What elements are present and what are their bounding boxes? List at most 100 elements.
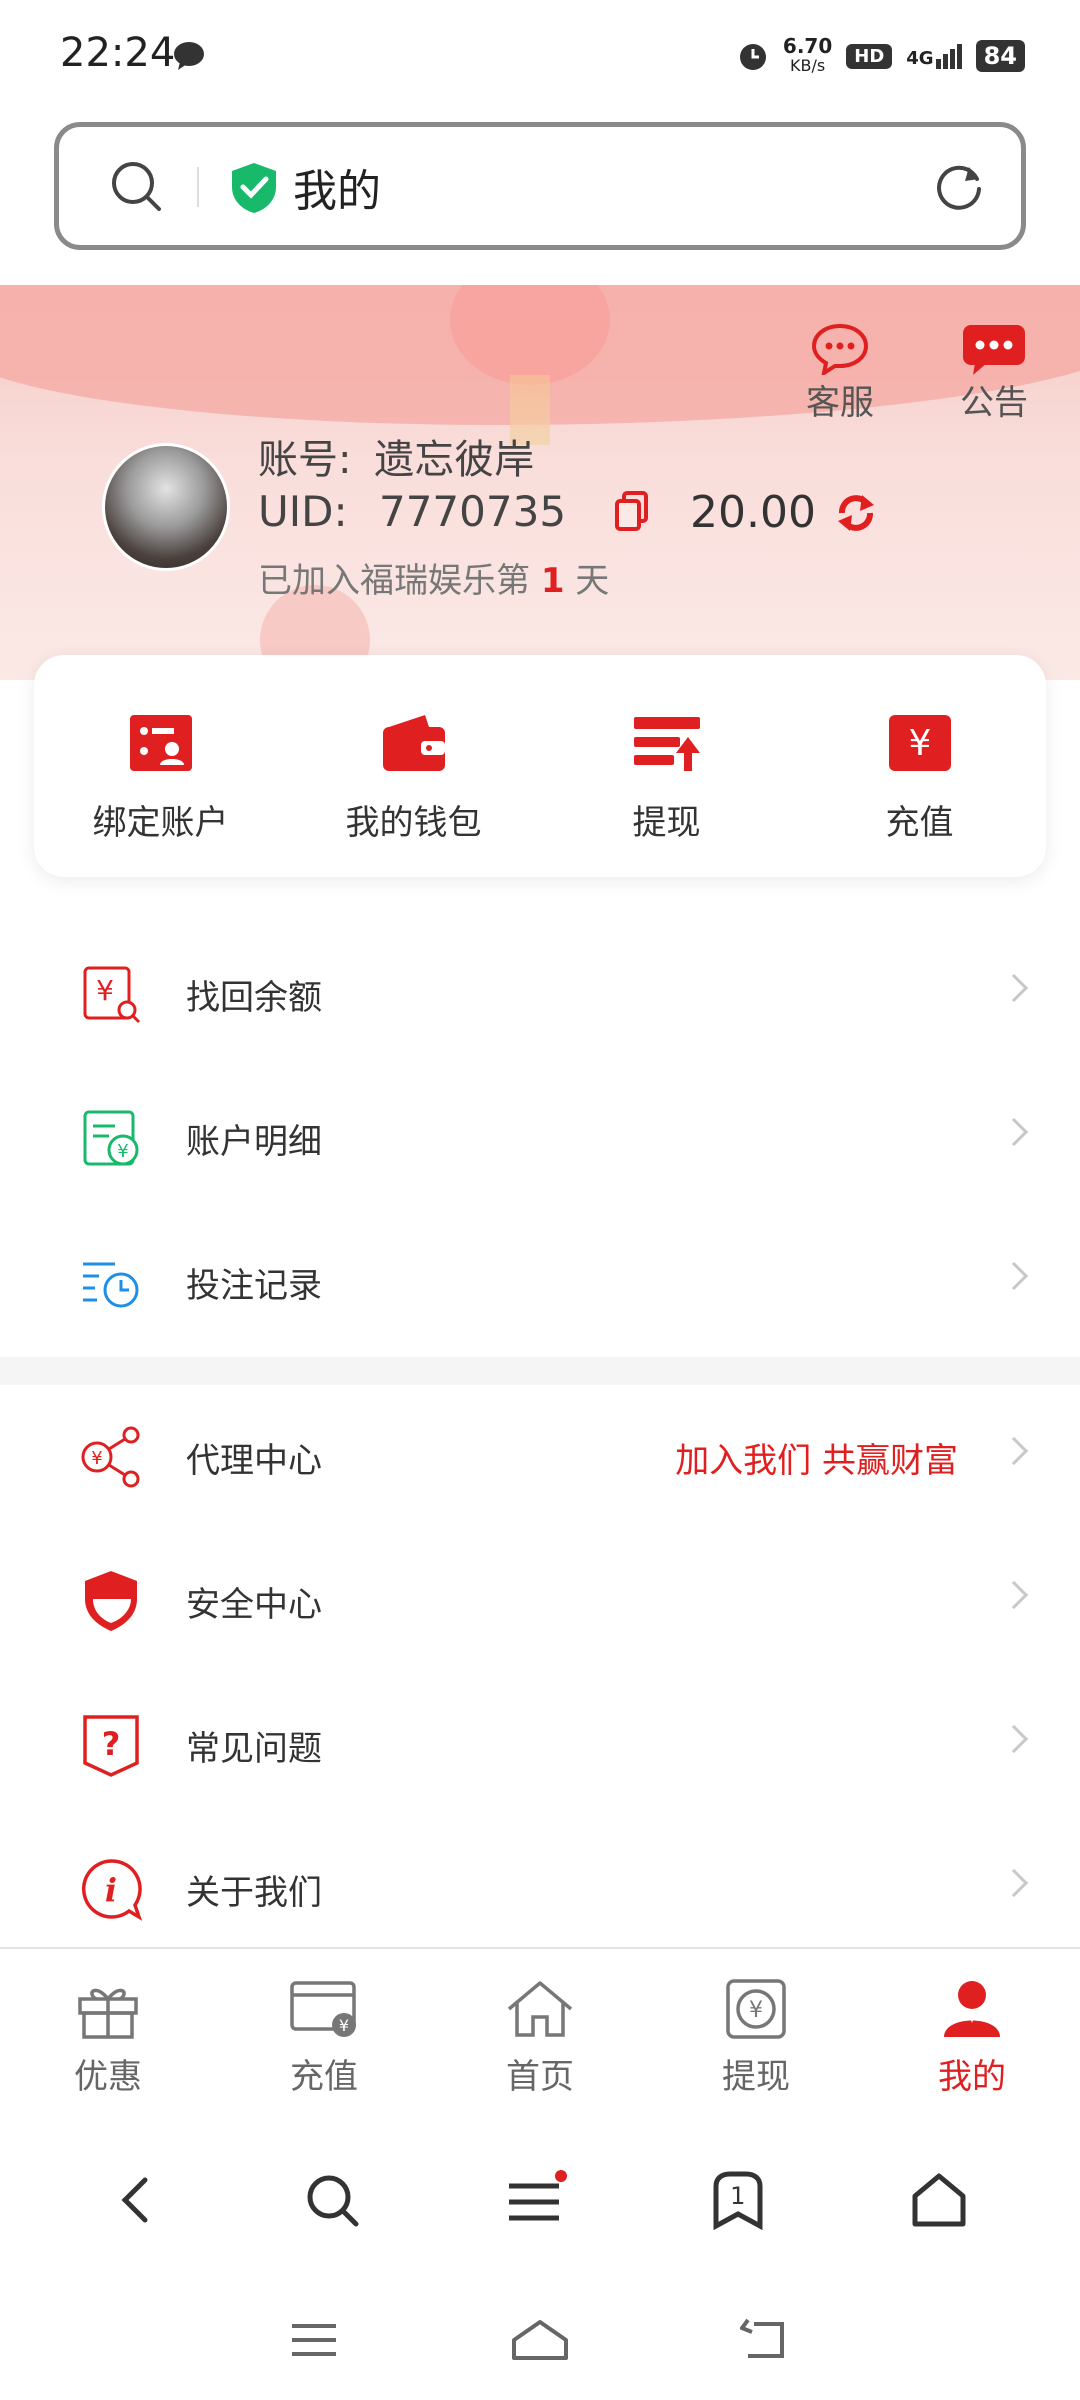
menu-label: 账户明细	[186, 1121, 322, 1162]
wallet-button[interactable]: 我的钱包	[287, 655, 540, 877]
shield-check-icon	[232, 163, 276, 213]
tab-label: 我的	[938, 2057, 1006, 2097]
recharge-card-icon: ¥	[290, 1981, 356, 2037]
copy-icon[interactable]	[614, 491, 650, 531]
menu-label: 代理中心	[186, 1440, 322, 1481]
system-home-icon[interactable]	[510, 2318, 570, 2362]
chevron-right-icon	[999, 1724, 1029, 1754]
balance-value: 20.00	[690, 487, 816, 538]
join-suffix: 天	[575, 561, 610, 601]
signal-icon: 4G	[906, 43, 962, 69]
network-type: 4G	[906, 47, 934, 69]
hd-badge: HD	[846, 43, 893, 69]
svg-text:¥: ¥	[91, 1448, 102, 1469]
account-line: 账号: 遗忘彼岸	[258, 427, 534, 485]
uid-value: 7770735	[378, 487, 567, 536]
search-icon[interactable]	[302, 2170, 362, 2230]
avatar[interactable]	[102, 443, 230, 571]
address-bar[interactable]: 我的	[54, 122, 1026, 250]
status-time: 22:24	[60, 30, 176, 76]
gift-icon	[78, 1988, 138, 2039]
divider	[197, 167, 199, 207]
withdraw-tab-icon: ¥	[726, 1979, 786, 2039]
menu-item-agent-center[interactable]: ¥ 代理中心 加入我们 共赢财富	[0, 1385, 1080, 1529]
svg-text:¥: ¥	[749, 1998, 763, 2023]
join-days-count: 1	[540, 561, 565, 601]
uid-label: UID:	[258, 487, 348, 536]
tab-mine[interactable]: 我的	[864, 1949, 1080, 2120]
wallet-icon	[382, 715, 445, 771]
chevron-right-icon	[999, 973, 1029, 1003]
page-title: 我的	[293, 166, 381, 217]
account-name: 遗忘彼岸	[374, 437, 535, 483]
menu-item-security-center[interactable]: 安全中心	[0, 1529, 1080, 1673]
tab-home[interactable]: 首页	[432, 1949, 648, 2120]
withdraw-label: 提现	[632, 803, 701, 843]
menu-icon[interactable]	[503, 2170, 567, 2230]
menu-item-recover-balance[interactable]: ¥ 找回余额	[0, 922, 1080, 1066]
menu-item-about-us[interactable]: i 关于我们	[0, 1817, 1080, 1961]
notice-icon	[963, 325, 1025, 375]
recharge-label: 充值	[885, 803, 954, 843]
menu-item-account-detail[interactable]: ¥ 账户明细	[0, 1066, 1080, 1210]
chat-bubble-icon	[811, 323, 869, 375]
customer-service-label: 客服	[806, 383, 874, 423]
recover-balance-icon: ¥	[83, 966, 141, 1024]
menu-label: 安全中心	[186, 1584, 322, 1625]
recharge-icon: ¥	[888, 715, 951, 771]
chevron-right-icon	[999, 1436, 1029, 1466]
svg-text:¥: ¥	[339, 2016, 349, 2035]
chevron-right-icon	[999, 1261, 1029, 1291]
svg-text:i: i	[105, 1871, 117, 1909]
account-label: 账号:	[258, 437, 352, 483]
refresh-icon[interactable]	[931, 159, 987, 215]
tab-recharge[interactable]: ¥ 充值	[216, 1949, 432, 2120]
menu-item-faq[interactable]: ? 常见问题	[0, 1673, 1080, 1817]
bind-account-icon	[129, 715, 192, 771]
profile-header: 客服 公告 账号: 遗忘彼岸 UID: 7770735 20.00 已加入福瑞娱…	[0, 285, 1080, 680]
refresh-balance-icon[interactable]	[834, 491, 878, 535]
net-speed-value: 6.70	[782, 34, 833, 58]
notice-label: 公告	[960, 383, 1028, 423]
tab-count: 1	[730, 2182, 746, 2210]
tab-label: 充值	[290, 2057, 358, 2097]
join-prefix: 已加入福瑞娱乐第	[258, 561, 530, 601]
notice-button[interactable]: 公告	[960, 323, 1028, 424]
tab-label: 首页	[506, 2057, 574, 2097]
bind-account-label: 绑定账户	[92, 803, 229, 843]
tab-promotions[interactable]: 优惠	[0, 1949, 216, 2120]
user-icon	[944, 1981, 1000, 2037]
menu-item-bet-record[interactable]: 投注记录	[0, 1210, 1080, 1354]
system-back-icon[interactable]	[740, 2318, 792, 2362]
net-speed: 6.70 KB/s	[783, 36, 832, 76]
back-icon[interactable]	[111, 2170, 161, 2230]
tabs-button[interactable]: 1	[708, 2170, 768, 2231]
customer-service-button[interactable]: 客服	[806, 323, 874, 424]
faq-icon: ?	[83, 1715, 139, 1777]
chevron-right-icon	[999, 1117, 1029, 1147]
agent-promo-text: 加入我们 共赢财富	[675, 1440, 958, 1481]
status-bar: 22:24 6.70 KB/s HD 4G 84	[0, 0, 1080, 110]
recent-apps-icon[interactable]	[288, 2318, 340, 2362]
bind-account-button[interactable]: 绑定账户	[34, 655, 287, 877]
svg-text:¥: ¥	[908, 723, 931, 764]
chevron-right-icon	[999, 1868, 1029, 1898]
tab-withdraw[interactable]: ¥ 提现	[648, 1949, 864, 2120]
svg-text:¥: ¥	[117, 1141, 128, 1162]
home-outline-icon[interactable]	[909, 2170, 969, 2230]
message-notification-icon	[174, 42, 204, 70]
bottom-tab-bar: 优惠 ¥ 充值 首页 ¥ 提现 我的	[0, 1947, 1080, 2120]
recharge-button[interactable]: ¥ 充值	[793, 655, 1046, 877]
home-icon	[507, 1981, 573, 2037]
security-center-icon	[85, 1571, 137, 1631]
agent-center-icon: ¥	[81, 1426, 140, 1488]
search-icon[interactable]	[109, 159, 165, 215]
withdraw-button[interactable]: 提现	[540, 655, 793, 877]
browser-toolbar: 1	[0, 2120, 1080, 2280]
alarm-icon	[739, 44, 766, 70]
tab-label: 提现	[722, 2057, 790, 2097]
uid-line: UID: 7770735	[258, 487, 566, 536]
chevron-right-icon	[999, 1580, 1029, 1610]
net-speed-unit: KB/s	[789, 56, 826, 75]
withdraw-icon	[633, 717, 700, 771]
